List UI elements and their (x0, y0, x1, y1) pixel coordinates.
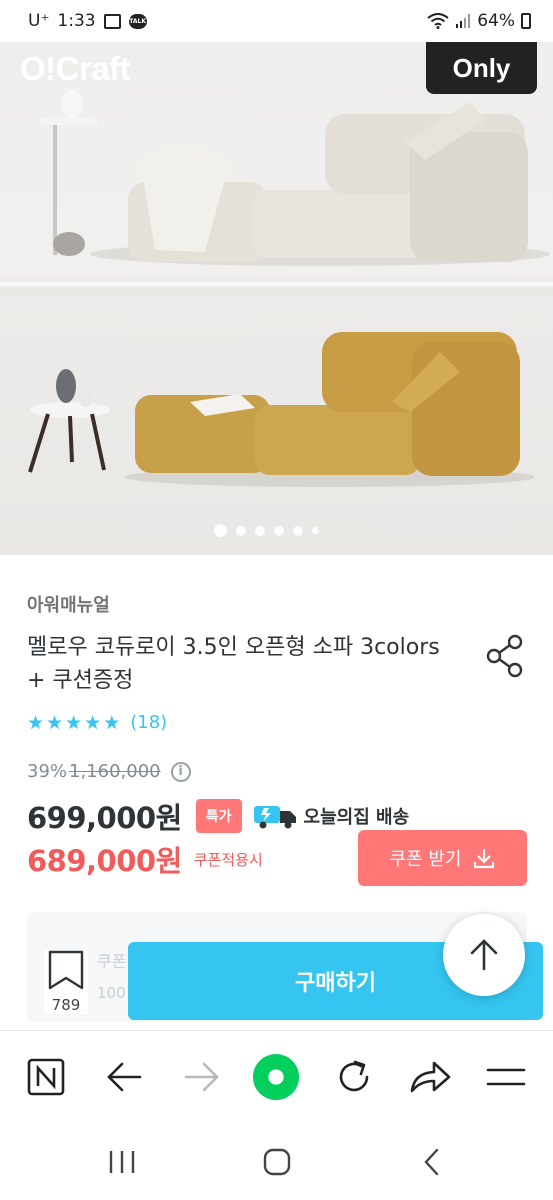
carousel-indicator (214, 524, 319, 537)
share-icon[interactable] (485, 634, 525, 678)
sale-price: 699,000원 (27, 801, 182, 835)
carousel-dot[interactable] (214, 524, 227, 537)
clock: 1:33 (57, 11, 96, 31)
carousel-dot[interactable] (312, 527, 319, 534)
home-icon[interactable] (255, 1140, 299, 1184)
option-faded-label: 쿠폰 (97, 952, 127, 971)
coupon-note: 쿠폰적용시 (193, 850, 263, 869)
product-photo (28, 89, 550, 487)
scroll-to-top-button[interactable] (443, 914, 525, 996)
star-icon: ★ (84, 711, 102, 734)
arrow-up-icon (470, 939, 498, 971)
wifi-icon (427, 13, 449, 29)
info-icon[interactable]: i (170, 761, 191, 782)
delivery-truck-icon (253, 806, 296, 829)
carrier-label: U⁺ (28, 11, 50, 31)
coupon-download-button[interactable]: 쿠폰 받기 (358, 830, 527, 886)
naver-home-icon[interactable] (22, 1053, 70, 1101)
status-bar: U⁺ 1:33 TALK 64% (0, 0, 553, 42)
discount-row: 39% 1,160,000 i (27, 761, 191, 782)
brand-logo: O!Craft (20, 50, 131, 87)
carousel-dot[interactable] (274, 525, 284, 536)
carousel-dot[interactable] (236, 525, 246, 536)
forward-arrow-icon[interactable] (178, 1053, 226, 1101)
discount-rate: 39% (27, 761, 68, 782)
star-icon: ★ (65, 711, 83, 734)
recent-apps-icon[interactable] (100, 1140, 144, 1184)
back-arrow-icon[interactable] (100, 1053, 148, 1101)
green-dot-home-icon[interactable] (252, 1053, 300, 1101)
system-nav-bar (0, 1122, 553, 1200)
gallery-icon (103, 13, 121, 29)
back-icon[interactable] (410, 1140, 454, 1184)
bookmark-icon (48, 950, 84, 990)
product-title: 멜로우 코듀로이 3.5인 오픈형 소파 3colors + 쿠션증정 (27, 635, 440, 693)
browser-toolbar (0, 1030, 553, 1122)
coupon-button-label: 쿠폰 받기 (389, 849, 462, 870)
share-arrow-icon[interactable] (406, 1053, 454, 1101)
delivery-label: 오늘의집 배송 (303, 807, 410, 828)
coupon-row: 689,000원 쿠폰적용시 (27, 838, 263, 880)
battery-percent: 64% (477, 11, 515, 31)
download-icon (474, 849, 495, 869)
scrap-button[interactable]: 789 (44, 950, 88, 1014)
star-icon: ★ (103, 711, 121, 734)
special-badge: 특가 (195, 799, 242, 833)
star-icon: ★ (27, 711, 45, 734)
carousel-dot[interactable] (255, 525, 265, 536)
signal-icon (456, 14, 471, 28)
only-badge: Only (426, 42, 537, 94)
brand-name-link[interactable]: 아워매뉴얼 (27, 591, 110, 617)
scrap-count: 789 (51, 996, 81, 1014)
rating[interactable]: ★ ★ ★ ★ ★ (18) (27, 712, 167, 733)
carousel-dot[interactable] (293, 525, 303, 536)
image-divider (0, 282, 553, 286)
star-icon: ★ (46, 711, 64, 734)
option-faded-value: 100 (97, 984, 126, 1002)
delivery-badge: 오늘의집 배송 (253, 803, 410, 829)
battery-icon (521, 13, 531, 29)
coupon-price: 689,000원 (27, 844, 182, 878)
original-price: 1,160,000 (69, 761, 161, 782)
review-count[interactable]: (18) (130, 712, 167, 733)
menu-icon[interactable] (482, 1053, 530, 1101)
talk-icon: TALK (128, 13, 147, 29)
price-row: 699,000원 특가 오늘의집 배송 (27, 795, 409, 837)
refresh-icon[interactable] (330, 1053, 378, 1101)
product-image-carousel[interactable]: O!Craft Only (0, 42, 553, 555)
